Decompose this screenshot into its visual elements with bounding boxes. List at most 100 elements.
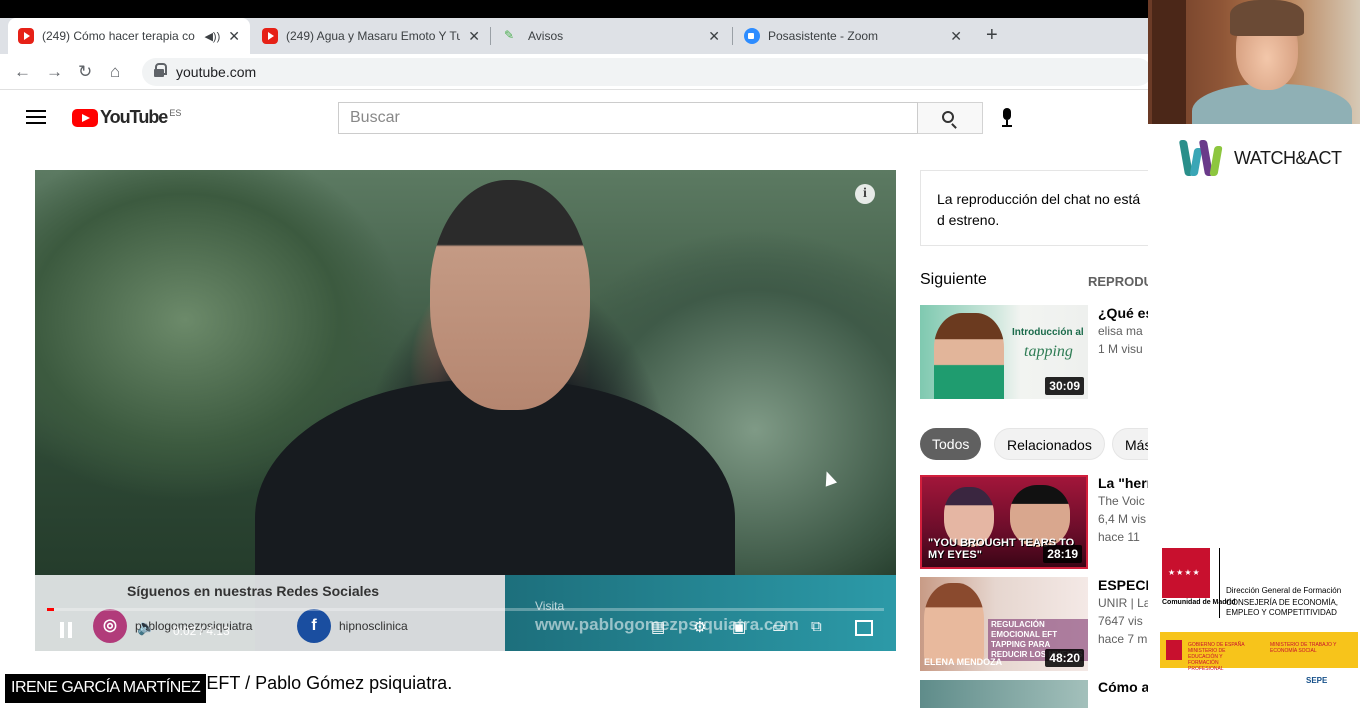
webcam-person-hair — [1230, 0, 1304, 36]
miniplayer-icon[interactable]: ▣ — [732, 618, 746, 636]
tab-title: (249) Cómo hacer terapia co — [42, 29, 195, 43]
close-tab-icon[interactable]: ✕ — [950, 28, 962, 45]
divider — [1219, 548, 1220, 618]
video-card-channel: UNIR | La — [1098, 596, 1148, 610]
tab-title: Posasistente - Zoom — [768, 29, 879, 43]
duration-badge: 28:19 — [1043, 545, 1082, 563]
social-heading: Síguenos en nuestras Redes Sociales — [127, 583, 380, 599]
video-card-title: ESPECI Regulac — [1098, 577, 1148, 593]
fullscreen-icon[interactable] — [855, 620, 873, 636]
subtitles-icon[interactable]: ▤ — [651, 618, 665, 636]
settings-gear-icon[interactable]: ⚙ — [693, 618, 706, 636]
sepe-logo: SEPE — [1306, 676, 1328, 685]
related-video-thumbnail[interactable]: "YOU BROUGHT TEARS TO MY EYES" 28:19 — [920, 475, 1088, 569]
video-player[interactable]: i Síguenos en nuestras Redes Sociales ◎ … — [35, 170, 896, 651]
screen: (249) Cómo hacer terapia co ◀)) ✕ (249) … — [0, 0, 1366, 708]
search-icon — [942, 111, 954, 123]
tab-youtube-agua[interactable]: (249) Agua y Masaru Emoto Y Tu ✕ — [252, 18, 490, 54]
close-tab-icon[interactable]: ✕ — [468, 28, 480, 45]
home-icon[interactable]: ⌂ — [110, 62, 120, 82]
country-code: ES — [169, 107, 182, 118]
back-icon[interactable]: ← — [14, 62, 31, 82]
youtube-play-icon — [72, 108, 98, 127]
reload-icon[interactable]: ↻ — [78, 62, 92, 82]
menu-icon[interactable] — [26, 110, 46, 124]
participant-webcam — [1148, 0, 1360, 124]
speaker-head — [430, 180, 590, 410]
youtube-wordmark: YouTube — [100, 107, 168, 127]
microphone-icon[interactable] — [1002, 108, 1012, 128]
video-card-age: hace 7 m — [1098, 632, 1148, 646]
autoplay-label[interactable]: REPRODU — [1088, 274, 1148, 289]
speaker-icon[interactable]: ◀)) — [204, 30, 220, 43]
related-video-meta[interactable]: ESPECI Regulac UNIR | La 7647 vis hace 7… — [1098, 577, 1148, 648]
progress-fill — [47, 608, 54, 611]
gobierno-label: GOBIERNO DE ESPAÑA MINISTERIO DE EDUCACIÓ… — [1188, 642, 1245, 672]
youtube-icon — [262, 28, 278, 44]
madrid-flag-icon: ★★★★ — [1162, 548, 1210, 598]
lock-icon — [154, 63, 167, 77]
watch-act-mark-icon — [1178, 138, 1228, 178]
youtube-logo[interactable]: YouTube ES — [72, 107, 181, 128]
related-video-thumbnail[interactable]: REGULACIÓN EMOCIONAL EFT TAPPING PARA RE… — [920, 577, 1088, 671]
close-tab-icon[interactable]: ✕ — [228, 28, 240, 45]
youtube-header: YouTube ES — [0, 90, 1148, 146]
thumbnail-name: ELENA MENDOZA — [924, 657, 1003, 667]
video-card-title: La "herm George — [1098, 475, 1148, 491]
tab-avisos[interactable]: ✎ Avisos ✕ — [494, 18, 730, 54]
next-video-thumbnail[interactable]: Introducción al tapping 30:09 — [920, 305, 1088, 399]
chip-todos[interactable]: Todos — [920, 428, 982, 460]
chip-relacionados[interactable]: Relacionados — [994, 428, 1105, 460]
new-tab-icon[interactable]: + — [986, 24, 998, 47]
top-black-bar — [0, 0, 1148, 18]
pause-icon[interactable] — [59, 622, 73, 638]
cast-icon[interactable]: ⧉ — [811, 618, 822, 635]
thumbnail-person — [924, 583, 984, 663]
player-controls: 🔈 0:02 / 4:13 ▤ ⚙ ▣ ▭ ⧉ — [35, 602, 896, 651]
duration-badge: 48:20 — [1045, 649, 1084, 667]
consejeria: CONSEJERÍA DE ECONOMÍA, EMPLEO Y COMPETI… — [1226, 598, 1339, 617]
search-input[interactable] — [350, 109, 917, 127]
tab-youtube-terapia[interactable]: (249) Cómo hacer terapia co ◀)) ✕ — [8, 18, 250, 54]
chat-replay-notice: La reproducción del chat no está d estre… — [920, 170, 1148, 246]
spain-crest-icon — [1166, 640, 1182, 660]
thumbnail-text: tapping — [1024, 343, 1073, 360]
tab-title: (249) Agua y Masaru Emoto Y Tu — [286, 29, 461, 43]
search-button[interactable] — [918, 102, 983, 134]
duration-badge: 30:09 — [1045, 377, 1084, 395]
tab-title: Avisos — [528, 29, 564, 43]
direccion-general: Dirección General de Formación — [1226, 586, 1342, 595]
ministerio-trabajo-label: MINISTERIO DE TRABAJO Y ECONOMÍA SOCIAL — [1270, 642, 1337, 654]
browser-window: (249) Cómo hacer terapia co ◀)) ✕ (249) … — [0, 0, 1148, 708]
chip-mas[interactable]: Más — [1112, 428, 1148, 460]
tab-strip: (249) Cómo hacer terapia co ◀)) ✕ (249) … — [0, 18, 1148, 54]
forward-icon[interactable]: → — [46, 62, 63, 82]
zoom-side-panel: WATCH&ACT ★★★★ Comunidad de Madrid Direc… — [1148, 0, 1366, 708]
watch-act-brand: WATCH&ACT — [1234, 147, 1342, 168]
progress-bar[interactable] — [47, 608, 884, 611]
gobierno-espana-band: GOBIERNO DE ESPAÑA MINISTERIO DE EDUCACIÓ… — [1160, 632, 1358, 672]
webcam-person-body — [1192, 84, 1352, 124]
next-video-meta[interactable]: ¿Qué es Tutorial elisa ma 1 M visu — [1098, 305, 1148, 358]
address-bar-row: ← → ↻ ⌂ youtube.com — [0, 54, 1148, 90]
tab-zoom[interactable]: Posasistente - Zoom ✕ — [734, 18, 972, 54]
video-card-channel: elisa ma — [1098, 324, 1143, 338]
volume-icon[interactable]: 🔈 — [137, 618, 156, 636]
video-card-channel: The Voic — [1098, 494, 1145, 508]
tab-separator — [490, 27, 491, 45]
info-icon[interactable]: i — [855, 184, 875, 204]
watch-act-logo: WATCH&ACT — [1178, 138, 1342, 178]
related-video-meta[interactable]: La "herm George The Voic 6,4 M vis hace … — [1098, 475, 1148, 546]
webcam-background-door — [1152, 0, 1186, 124]
avisos-icon: ✎ — [504, 28, 515, 42]
url-field[interactable]: youtube.com — [142, 58, 1148, 86]
related-video-thumbnail[interactable] — [920, 680, 1088, 708]
video-card-age: hace 11 — [1098, 530, 1140, 544]
up-next-label: Siguiente — [920, 271, 987, 288]
video-card-views: 1 M visu — [1098, 342, 1143, 356]
theater-mode-icon[interactable]: ▭ — [772, 618, 786, 636]
tab-separator — [732, 27, 733, 45]
related-video-meta[interactable]: Cómo a vida/ Pa — [1098, 679, 1148, 696]
close-tab-icon[interactable]: ✕ — [708, 28, 720, 45]
youtube-icon — [18, 28, 34, 44]
